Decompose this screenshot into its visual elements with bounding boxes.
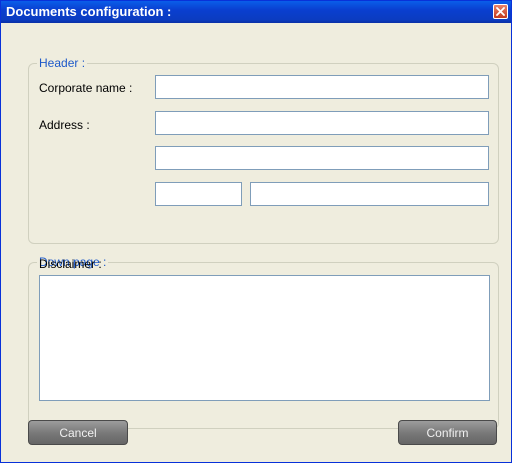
- close-button[interactable]: [493, 4, 508, 19]
- disclaimer-textarea[interactable]: [39, 275, 490, 401]
- city-field[interactable]: [250, 182, 489, 206]
- disclaimer-label: Disclaimer :: [39, 257, 102, 271]
- corporate-name-label: Corporate name :: [39, 81, 133, 95]
- dialog-window: Documents configuration : Header : Corpo…: [0, 0, 512, 463]
- address-line1-field[interactable]: [155, 111, 489, 135]
- corporate-name-field[interactable]: [155, 75, 489, 99]
- confirm-button[interactable]: Confirm: [398, 420, 497, 445]
- window-title: Documents configuration :: [6, 4, 172, 19]
- dialog-body: Header : Corporate name : Address : Down…: [1, 23, 511, 462]
- address-line2-field[interactable]: [155, 146, 489, 170]
- cancel-button[interactable]: Cancel: [28, 420, 128, 445]
- header-legend: Header :: [39, 56, 86, 70]
- title-bar[interactable]: Documents configuration :: [1, 1, 511, 23]
- address-label: Address :: [39, 118, 90, 132]
- close-icon: [496, 7, 505, 16]
- postal-code-field[interactable]: [155, 182, 242, 206]
